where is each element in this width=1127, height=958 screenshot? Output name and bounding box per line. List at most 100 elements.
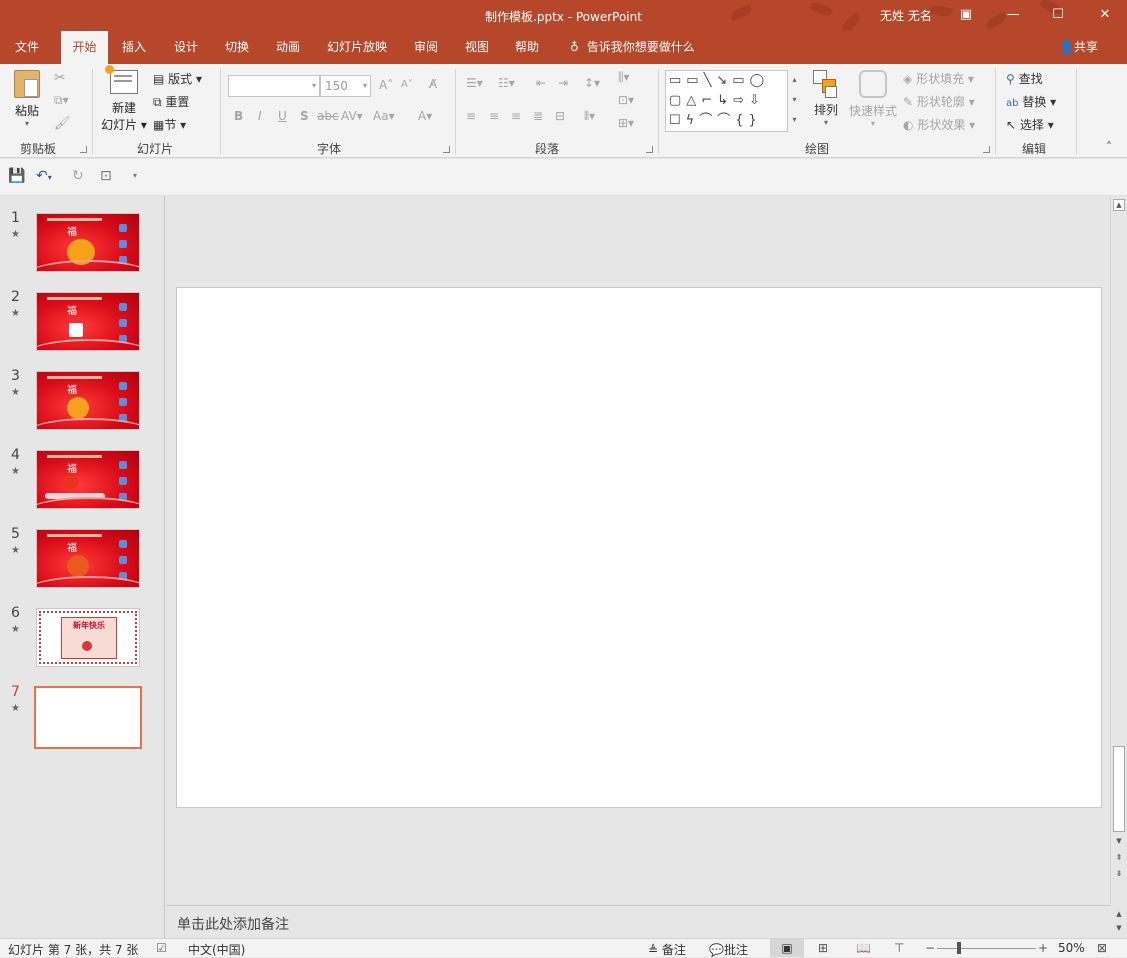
close-icon[interactable]: ✕ xyxy=(1095,5,1115,25)
tab-home[interactable]: 开始 xyxy=(61,31,108,64)
tab-review[interactable]: 审阅 xyxy=(410,31,442,64)
arrange-button[interactable]: 排列 ▾ xyxy=(809,70,843,136)
change-case-icon[interactable]: Aa▾ xyxy=(373,109,395,123)
copy-icon[interactable]: ⧉▾ xyxy=(54,93,69,108)
zoom-level[interactable]: 50% xyxy=(1058,941,1085,955)
maximize-icon[interactable]: ☐ xyxy=(1048,5,1068,25)
increase-indent-icon[interactable]: ⇥ xyxy=(558,76,568,90)
new-slide-button[interactable]: 新建 幻灯片 ▾ xyxy=(101,65,147,136)
justify-icon[interactable]: ≣ xyxy=(533,109,543,123)
tab-animations[interactable]: 动画 xyxy=(272,31,304,64)
comments-button[interactable]: 💬批注 xyxy=(709,941,748,958)
clear-format-icon[interactable]: A̸ xyxy=(429,77,437,91)
smartart-icon[interactable]: ⊞▾ xyxy=(618,116,634,130)
notes-scroll-up-icon[interactable]: ▲ xyxy=(1113,910,1125,922)
strikethrough-icon[interactable]: abc xyxy=(317,109,339,123)
paste-button[interactable]: 粘贴 ▾ xyxy=(10,70,44,132)
zoom-out-icon[interactable]: − xyxy=(925,941,935,955)
ribbon-display-icon[interactable]: ▣ xyxy=(956,5,976,25)
font-size-combo[interactable]: 150 ▾ xyxy=(320,75,371,97)
share-button[interactable]: 👤共享 xyxy=(1059,31,1098,64)
shape-outline-button[interactable]: ✎ 形状轮廓 ▾ xyxy=(903,93,975,110)
next-slide-icon[interactable]: ⇟ xyxy=(1113,868,1125,880)
bullets-icon[interactable]: ☰▾ xyxy=(466,76,483,90)
collapse-ribbon-icon[interactable]: ˄ xyxy=(1106,140,1112,154)
tab-insert[interactable]: 插入 xyxy=(118,31,150,64)
tab-help[interactable]: 帮助 xyxy=(511,31,543,64)
scroll-thumb[interactable] xyxy=(1113,746,1125,832)
gallery-scroll[interactable]: ▴ ▾ ▾ xyxy=(787,70,801,132)
reading-view-icon[interactable]: 📖 xyxy=(856,941,871,955)
align-center-icon[interactable]: ≡ xyxy=(489,109,499,123)
slide-thumbnail[interactable]: 福 xyxy=(36,450,140,509)
slide-thumbnail[interactable]: 福 xyxy=(36,529,140,588)
scroll-down-icon[interactable]: ▼ xyxy=(1113,836,1125,848)
spellcheck-icon[interactable]: ☑ xyxy=(156,941,167,955)
align-right-icon[interactable]: ≡ xyxy=(511,109,521,123)
zoom-slider-thumb[interactable] xyxy=(957,942,961,954)
slide-thumbnail[interactable]: 福 xyxy=(36,213,140,272)
align-text-icon[interactable]: ⊡▾ xyxy=(618,93,634,107)
tab-transitions[interactable]: 切换 xyxy=(221,31,253,64)
font-name-combo[interactable]: ▾ xyxy=(228,75,320,97)
align-left-icon[interactable]: ≡ xyxy=(466,109,476,123)
notes-scroll-down-icon[interactable]: ▼ xyxy=(1113,924,1125,936)
dialog-launcher-icon[interactable] xyxy=(983,146,990,153)
grow-font-icon[interactable]: A˄ xyxy=(379,78,393,92)
reset-button[interactable]: ⧉ 重置 xyxy=(153,93,189,110)
zoom-slider[interactable] xyxy=(937,948,1036,949)
minimize-icon[interactable]: — xyxy=(1003,5,1023,25)
shapes-gallery[interactable]: ▭▭╲↘▭◯ ▢△⌐↳⇨⇩ ☐ϟ⌒⌒{} xyxy=(665,70,801,132)
vertical-scrollbar[interactable]: ▲ ▼ ⇞ ⇟ xyxy=(1110,196,1127,904)
bold-icon[interactable]: B xyxy=(234,109,243,123)
shape-effects-button[interactable]: ◐ 形状效果 ▾ xyxy=(903,116,975,133)
find-button[interactable]: ⚲ 查找 xyxy=(1006,70,1043,87)
slide-canvas[interactable] xyxy=(176,287,1102,808)
dialog-launcher-icon[interactable] xyxy=(443,146,450,153)
dialog-launcher-icon[interactable] xyxy=(80,146,87,153)
dialog-launcher-icon[interactable] xyxy=(646,146,653,153)
slide-thumbnail[interactable]: 新年快乐 xyxy=(36,608,140,667)
notes-pane[interactable]: 单击此处添加备注 ▲ ▼ xyxy=(166,905,1122,938)
undo-icon[interactable]: ↶▾ xyxy=(36,168,52,184)
underline-icon[interactable]: U xyxy=(278,109,287,123)
quick-styles-button[interactable]: 快速样式 ▾ xyxy=(848,70,898,136)
zoom-in-icon[interactable]: + xyxy=(1038,941,1048,955)
normal-view-icon[interactable]: ▣ xyxy=(770,939,804,957)
cut-icon[interactable]: ✂ xyxy=(54,70,66,86)
slideshow-view-icon[interactable]: ⊤ xyxy=(894,941,904,955)
format-painter-icon[interactable]: 🖌 xyxy=(54,116,71,131)
text-direction-icon[interactable]: ⫼▾ xyxy=(618,70,630,85)
section-button[interactable]: ▦节 ▾ xyxy=(153,116,186,133)
replace-button[interactable]: ab 替换 ▾ xyxy=(1006,93,1056,110)
numbering-icon[interactable]: ☷▾ xyxy=(498,76,515,90)
slide-thumbnail-selected[interactable] xyxy=(34,686,142,749)
shape-fill-button[interactable]: ◈ 形状填充 ▾ xyxy=(903,70,974,87)
slide-sorter-icon[interactable]: ⊞ xyxy=(818,941,828,955)
italic-icon[interactable]: I xyxy=(258,109,262,123)
char-spacing-icon[interactable]: AV▾ xyxy=(341,109,363,123)
customize-qat-icon[interactable]: ▾ xyxy=(133,171,137,180)
user-name[interactable]: 无姓 无名 xyxy=(880,7,932,24)
font-color-icon[interactable]: A▾ xyxy=(418,109,432,123)
language-status[interactable]: 中文(中国) xyxy=(188,941,245,958)
tab-file[interactable]: 文件 xyxy=(11,31,43,64)
previous-slide-icon[interactable]: ⇞ xyxy=(1113,852,1125,864)
notes-button[interactable]: ≜ 备注 xyxy=(648,941,686,958)
tab-design[interactable]: 设计 xyxy=(170,31,202,64)
line-spacing-icon[interactable]: ↕▾ xyxy=(584,76,600,90)
scroll-up-icon[interactable]: ▲ xyxy=(1113,199,1125,211)
shadow-icon[interactable]: S xyxy=(300,109,309,123)
columns-icon[interactable]: ⫴▾ xyxy=(584,109,595,124)
fit-to-window-icon[interactable]: ⊠ xyxy=(1097,941,1107,955)
tab-slideshow[interactable]: 幻灯片放映 xyxy=(323,31,391,64)
select-button[interactable]: ↖ 选择 ▾ xyxy=(1006,116,1054,133)
slide-thumbnail[interactable]: 福 xyxy=(36,371,140,430)
tell-me-box[interactable]: ♁ 告诉我你想要做什么 xyxy=(570,31,695,64)
slide-thumbnail[interactable]: 福 xyxy=(36,292,140,351)
save-icon[interactable]: 💾 xyxy=(8,168,25,184)
redo-icon[interactable]: ↻ xyxy=(72,168,84,184)
present-from-start-icon[interactable]: ⊡ xyxy=(100,168,112,184)
distributed-icon[interactable]: ⊟ xyxy=(555,109,565,123)
layout-button[interactable]: ▤ 版式 ▾ xyxy=(153,70,202,87)
